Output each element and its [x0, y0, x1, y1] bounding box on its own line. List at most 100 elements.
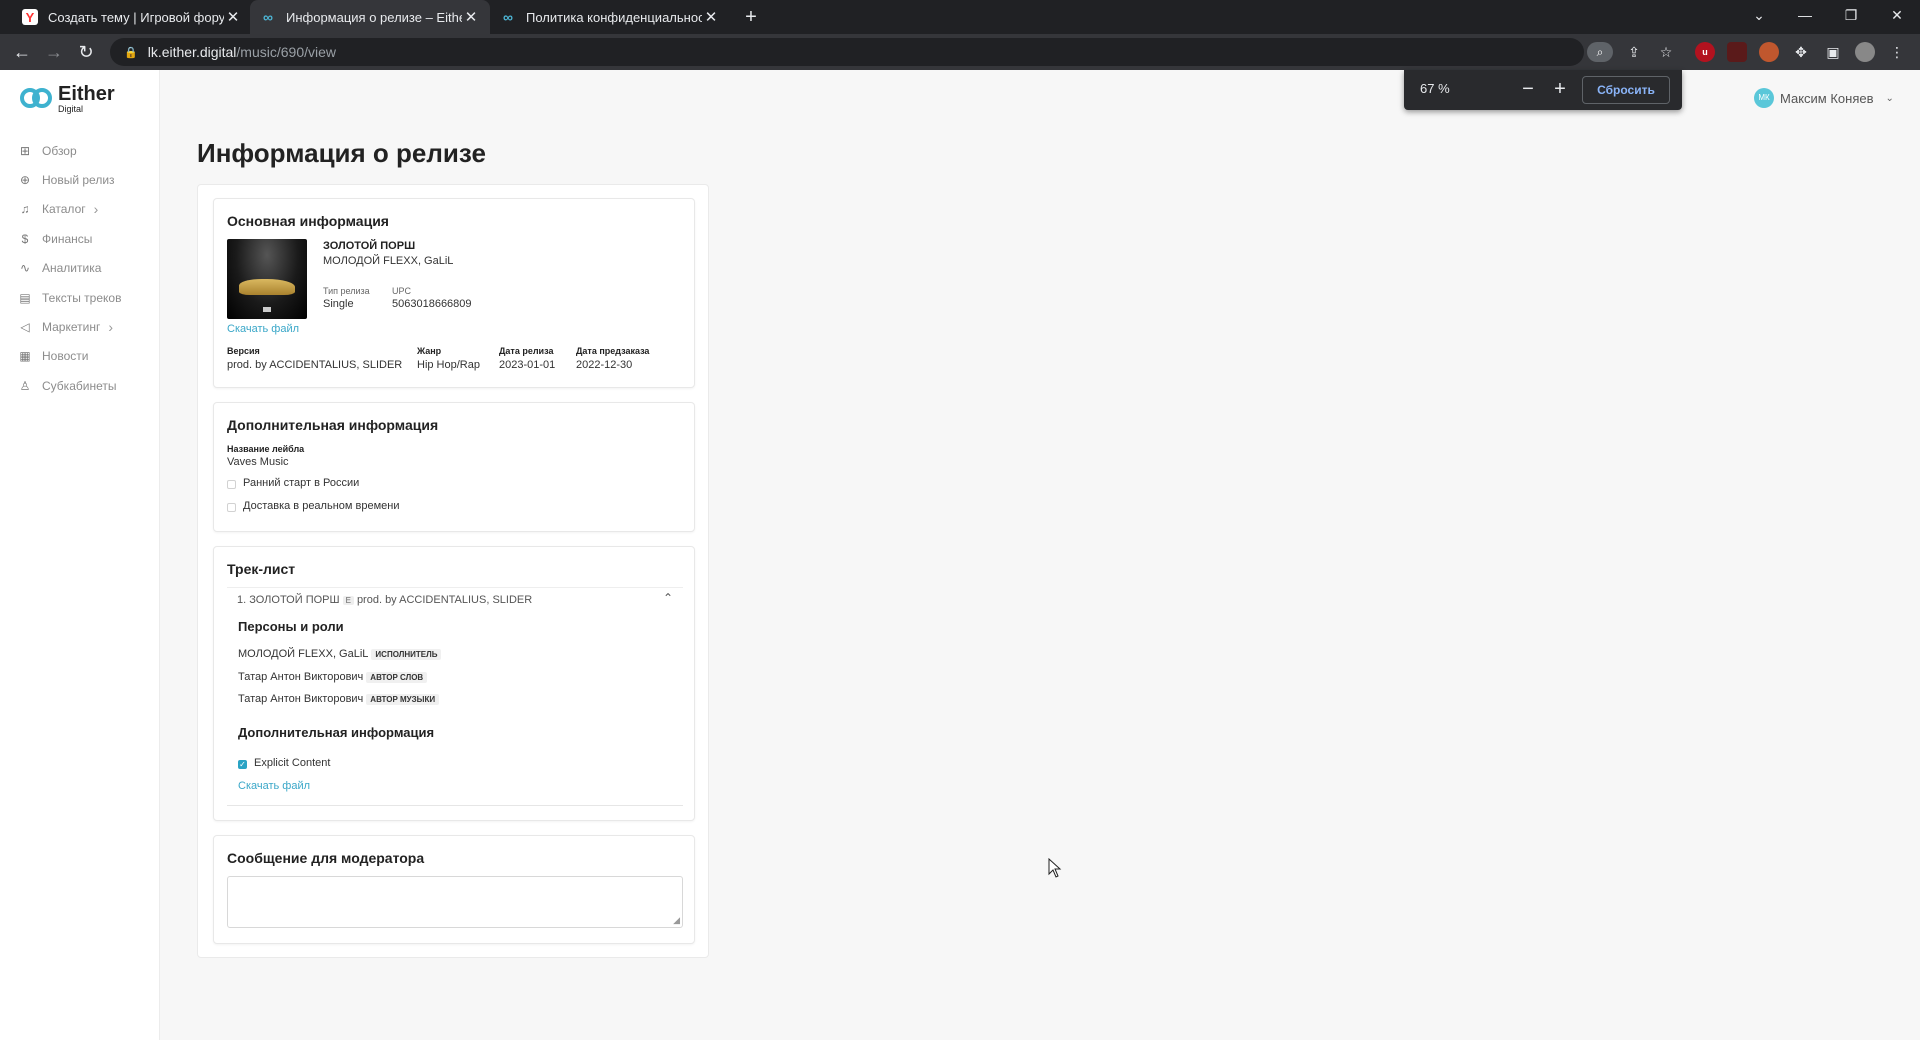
profile-avatar-icon[interactable] — [1855, 42, 1875, 62]
zoom-magnifier-icon[interactable]: ⌕ — [1587, 42, 1613, 62]
brand-name: Either — [58, 83, 115, 105]
sidebar-item-news[interactable]: ▦ Новости — [0, 342, 160, 371]
release-info-container: Основная информация ЗОЛОТОЙ ПОРШ МОЛОДОЙ… — [197, 184, 709, 958]
explicit-content-checkbox[interactable]: ✓ — [238, 760, 247, 769]
genre-label: Жанр — [417, 346, 442, 356]
person-name: МОЛОДОЙ FLEXX, GaLiL — [238, 648, 369, 660]
new-tab-button[interactable]: + — [738, 4, 764, 30]
sidebar-item-label: Финансы — [42, 231, 93, 246]
user-menu[interactable]: МК Максим Коняев ⌄ — [1754, 88, 1894, 108]
window-close-icon[interactable]: ✕ — [1874, 0, 1920, 34]
track-title: 1. ЗОЛОТОЙ ПОРШ — [237, 594, 340, 606]
download-file-link[interactable]: Скачать файл — [227, 323, 299, 335]
zoom-popup: 67 % − + Сбросить — [1404, 70, 1682, 110]
track-version: prod. by ACCIDENTALIUS, SLIDER — [356, 594, 533, 606]
avatar: МК — [1754, 88, 1774, 108]
sidebar-item-label: Субкабинеты — [42, 378, 117, 393]
url-input[interactable]: 🔒 lk.either.digital/music/690/view — [110, 38, 1584, 66]
chevron-down-icon: ⌄ — [1885, 92, 1894, 104]
release-artists: МОЛОДОЙ FLEXX, GaLiL — [323, 255, 454, 267]
close-tab-icon[interactable]: ✕ — [224, 8, 242, 26]
ublock-extension-icon[interactable]: u — [1695, 42, 1715, 62]
sidebar-item-analytics[interactable]: ∿ Аналитика — [0, 254, 160, 283]
preorder-date-label: Дата предзаказа — [576, 346, 650, 356]
user-icon: ♙ — [19, 378, 31, 393]
browser-tab-forum[interactable]: Y Создать тему | Игровой форум ✕ — [12, 0, 252, 34]
role-badge: автор слов — [366, 672, 428, 683]
app-root: Either Digital ⊞ Обзор ⊕ Новый релиз ♫ К… — [0, 70, 1920, 1040]
extension-icon[interactable] — [1759, 42, 1779, 62]
extension-icon[interactable] — [1727, 42, 1747, 62]
release-title: ЗОЛОТОЙ ПОРШ — [323, 240, 416, 252]
chevron-up-icon[interactable]: ⌃ — [663, 591, 673, 605]
bookmark-star-icon[interactable]: ☆ — [1656, 42, 1676, 62]
upc-label: UPC — [392, 286, 412, 296]
sidebar-item-label: Каталог — [42, 202, 86, 217]
sidebar-item-lyrics[interactable]: ▤ Тексты треков — [0, 283, 160, 312]
either-logo-icon — [20, 86, 54, 112]
person-name: Татар Антон Викторович — [238, 671, 364, 683]
sidebar-item-label: Аналитика — [42, 261, 102, 276]
genre-value: Hip Hop/Rap — [417, 359, 480, 371]
url-path: /music/690/view — [236, 44, 337, 60]
close-tab-icon[interactable]: ✕ — [462, 8, 480, 26]
person-row: Татар Антон Викторович автор музыки — [238, 693, 440, 705]
zoom-level: 67 % — [1420, 81, 1450, 96]
moderator-message-textarea[interactable]: ◢ — [227, 876, 683, 928]
track-row-title: 1. ЗОЛОТОЙ ПОРШ Eprod. by ACCIDENTALIUS, … — [237, 594, 532, 606]
explicit-content-label: Explicit Content — [254, 757, 331, 769]
chrome-menu-icon[interactable]: ⋮ — [1887, 42, 1907, 62]
side-panel-icon[interactable]: ▣ — [1823, 42, 1843, 62]
release-date-value: 2023-01-01 — [499, 359, 556, 371]
zoom-reset-button[interactable]: Сбросить — [1582, 76, 1670, 104]
document-icon: ▤ — [19, 290, 31, 305]
close-tab-icon[interactable]: ✕ — [702, 8, 720, 26]
sidebar-item-marketing[interactable]: ◁ Маркетинг › — [0, 312, 160, 341]
label-name-value: Vaves Music — [227, 456, 289, 468]
person-name: Татар Антон Викторович — [238, 693, 364, 705]
person-row: Татар Антон Викторович автор слов — [238, 671, 428, 683]
explicit-badge: E — [342, 596, 354, 605]
user-name: Максим Коняев — [1780, 90, 1874, 106]
person-row: МОЛОДОЙ FLEXX, GaLiL исполнитель — [238, 648, 442, 660]
tab-title: Информация о релизе – Either Digital — [286, 9, 462, 25]
realtime-delivery-checkbox[interactable] — [227, 503, 236, 512]
resize-grip-icon[interactable]: ◢ — [673, 915, 680, 926]
tab-title: Создать тему | Игровой форум — [48, 9, 224, 25]
forward-icon[interactable]: → — [42, 40, 66, 64]
zoom-out-button[interactable]: − — [1516, 78, 1540, 102]
persons-heading: Персоны и роли — [238, 619, 344, 634]
early-start-label: Ранний старт в России — [243, 477, 360, 489]
restore-icon[interactable]: ❐ — [1828, 0, 1874, 34]
tab-search-icon[interactable]: ⌄ — [1736, 0, 1782, 34]
track-download-file-link[interactable]: Скачать файл — [238, 780, 310, 792]
card-title: Сообщение для модератора — [227, 850, 425, 866]
back-icon[interactable]: ← — [10, 40, 34, 64]
extra-info-card: Дополнительная информация Название лейбл… — [213, 402, 695, 532]
sidebar-item-finance[interactable]: $ Финансы — [0, 224, 160, 253]
sidebar-item-subaccounts[interactable]: ♙ Субкабинеты — [0, 371, 160, 400]
sidebar-item-overview[interactable]: ⊞ Обзор — [0, 136, 160, 165]
extensions-puzzle-icon[interactable]: ✥ — [1791, 42, 1811, 62]
sidebar-item-catalog[interactable]: ♫ Каталог › — [0, 195, 160, 224]
sidebar-item-new-release[interactable]: ⊕ Новый релиз — [0, 165, 160, 194]
browser-tab-release-info[interactable]: ∞ Информация о релизе – Either Digital ✕ — [250, 0, 490, 34]
upc-value: 5063018666809 — [392, 298, 472, 310]
main-info-card: Основная информация ЗОЛОТОЙ ПОРШ МОЛОДОЙ… — [213, 198, 695, 388]
track-row-header[interactable]: 1. ЗОЛОТОЙ ПОРШ Eprod. by ACCIDENTALIUS, … — [227, 587, 683, 608]
share-icon[interactable]: ⇪ — [1624, 42, 1644, 62]
brand-logo[interactable]: Either Digital — [20, 84, 115, 114]
reload-icon[interactable]: ↻ — [74, 40, 98, 64]
browser-tab-privacy[interactable]: ∞ Политика конфиденциальности ✕ — [490, 0, 730, 34]
plus-square-icon: ⊕ — [19, 173, 31, 188]
brand-sub: Digital — [58, 104, 84, 114]
dollar-icon: $ — [21, 231, 29, 246]
minimize-icon[interactable]: — — [1782, 0, 1828, 34]
early-start-checkbox[interactable] — [227, 480, 236, 489]
sidebar-item-label: Тексты треков — [42, 290, 122, 305]
chevron-right-icon: › — [93, 201, 99, 218]
version-label: Версия — [227, 346, 260, 356]
music-note-icon: ♫ — [20, 202, 30, 217]
zoom-in-button[interactable]: + — [1548, 78, 1572, 102]
sidebar-item-label: Маркетинг — [42, 320, 101, 335]
